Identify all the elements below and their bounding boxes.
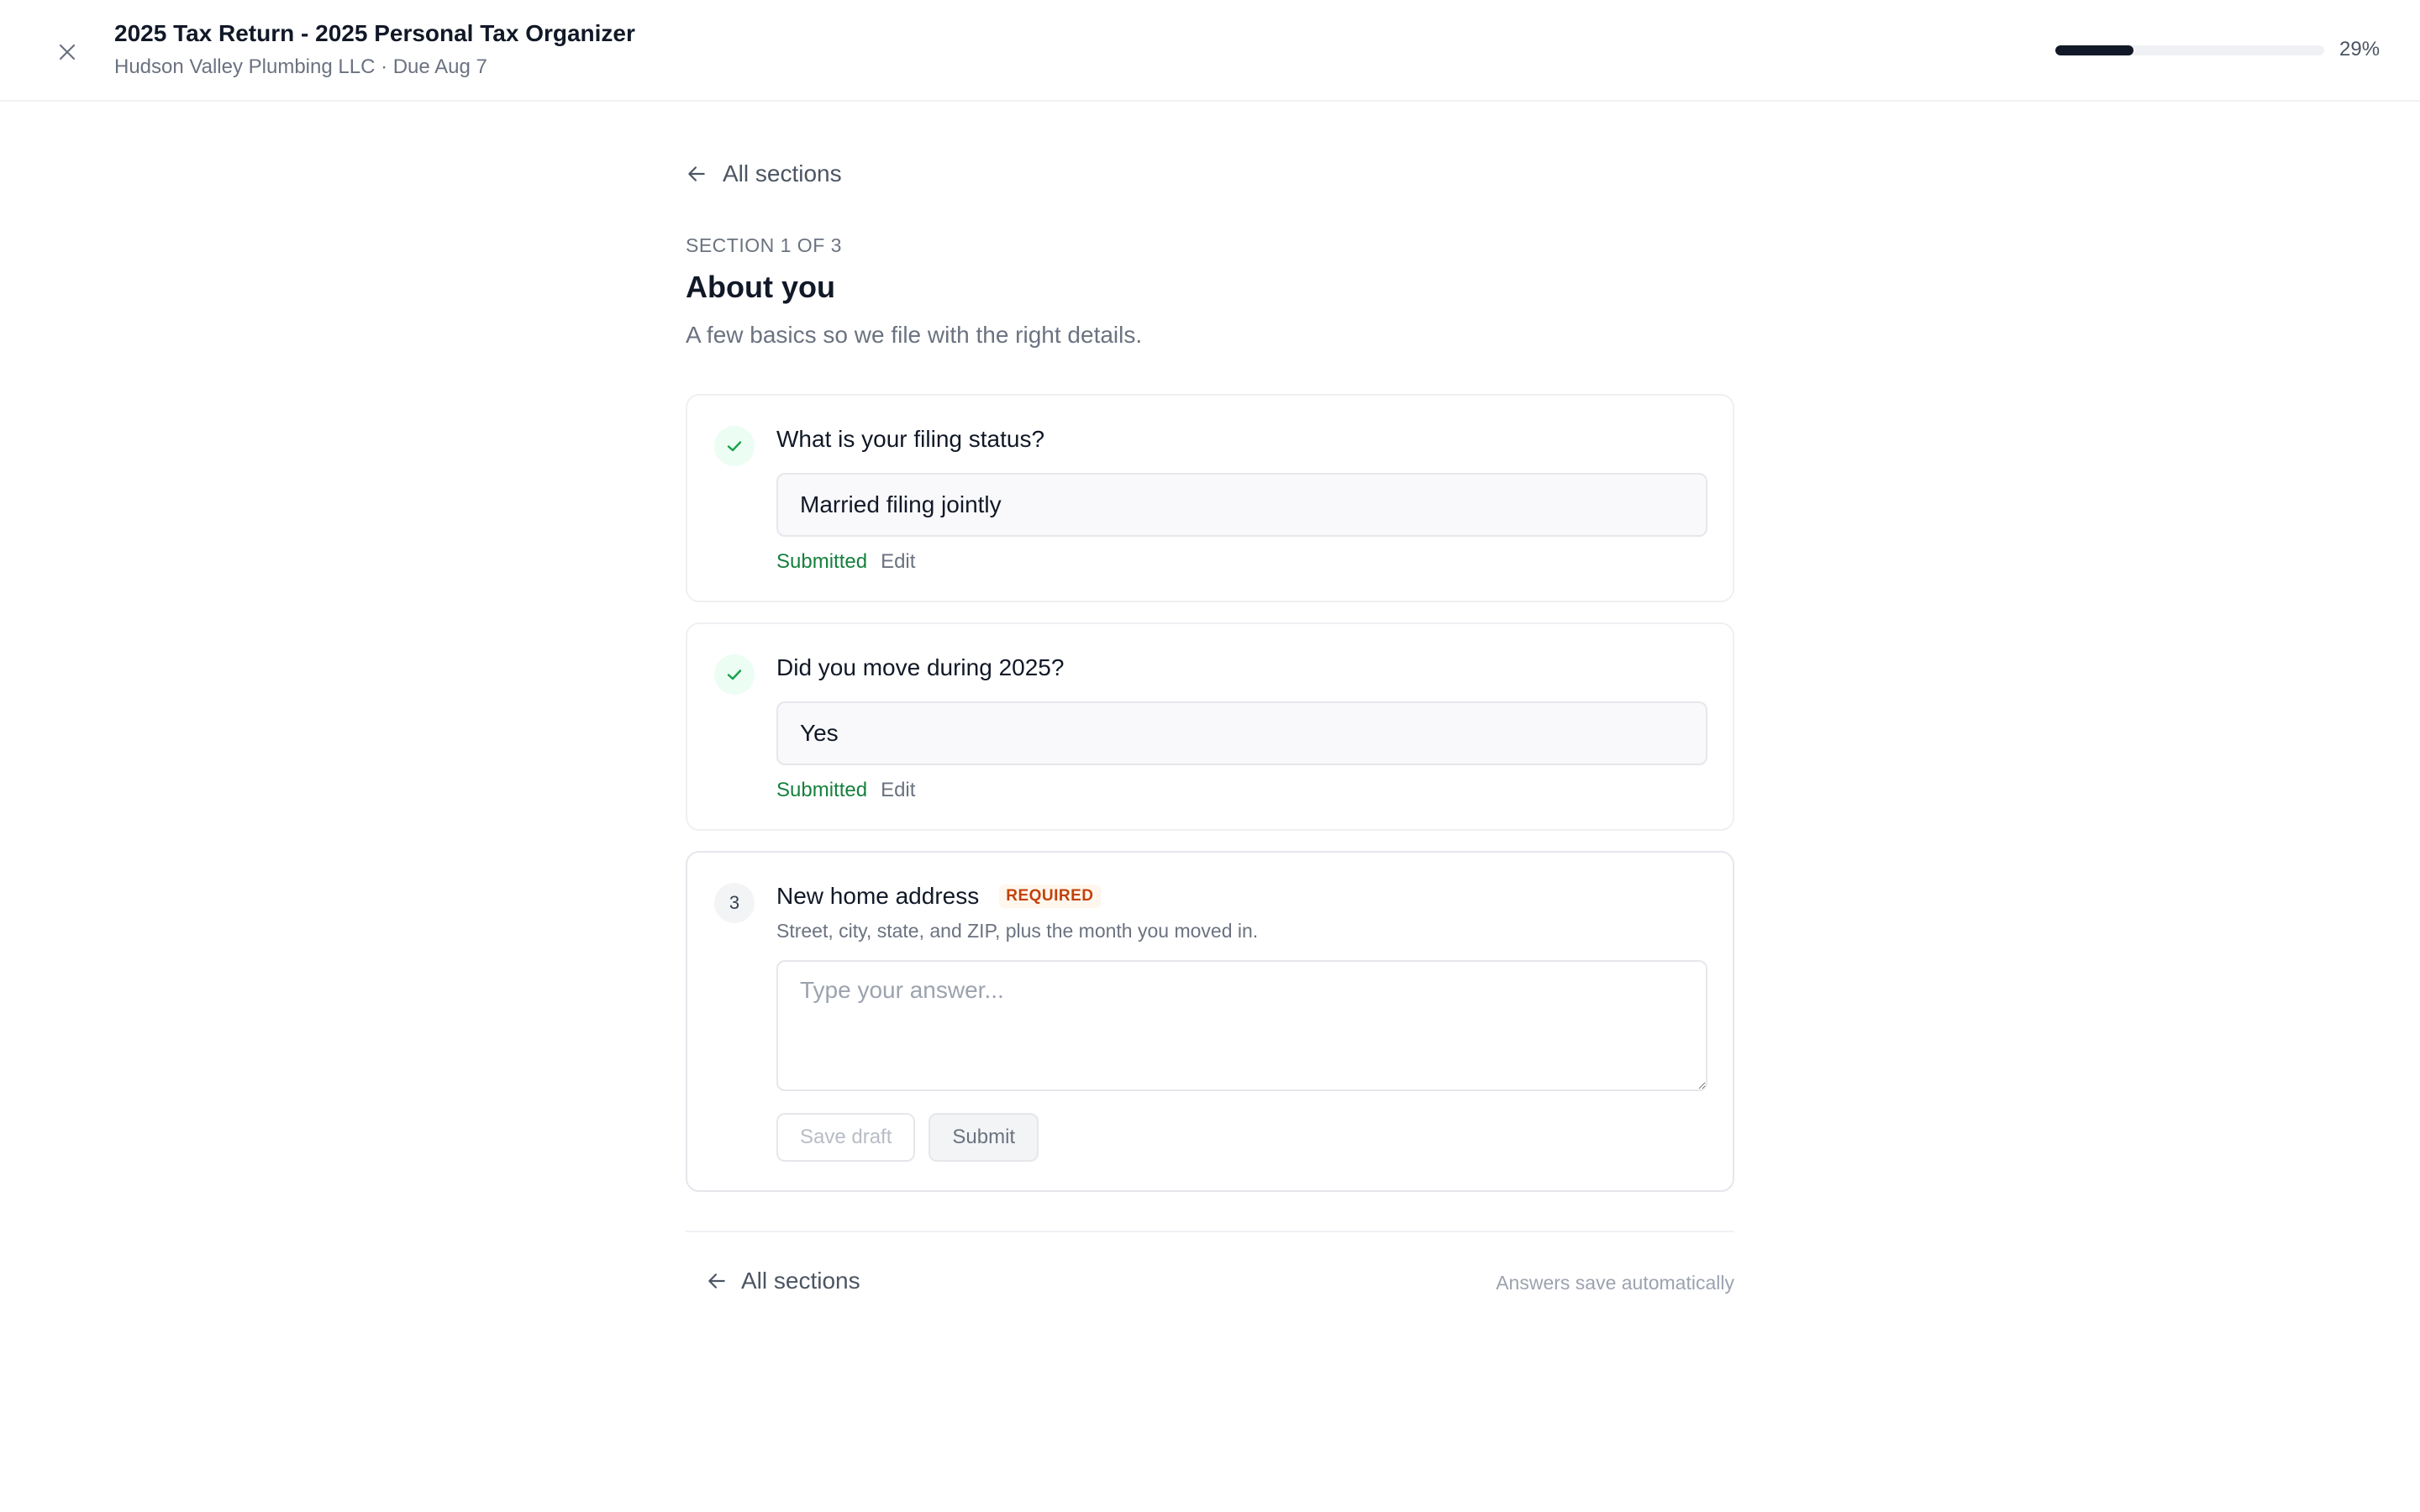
question-complete-indicator [714,654,755,695]
progress-bar [2055,45,2324,55]
question-text: Did you move during 2025? [776,654,1065,680]
check-icon [727,441,742,452]
question-text: What is your filing status? [776,426,1045,452]
submitted-answer: Yes [776,701,1707,765]
all-sections-link[interactable]: All sections [686,160,842,187]
close-button[interactable] [52,37,82,67]
progress-fill [2055,45,2133,55]
top-bar: 2025 Tax Return - 2025 Personal Tax Orga… [0,0,2420,102]
question-number: 3 [714,883,755,923]
arrow-left-icon [708,1273,725,1289]
submitted-status: Submitted [776,779,868,801]
answer-actions: Submitted Edit [776,779,915,802]
question-card-filing-status: What is your filing status? Married fili… [686,394,1734,602]
all-sections-label: All sections [741,1268,860,1294]
submit-button[interactable]: Submit [929,1113,1039,1162]
question-text: New home address REQUIRED [776,883,1101,910]
question-label: New home address [776,883,980,909]
autosave-note: Answers save automatically [1496,1272,1734,1294]
organizer-title: 2025 Tax Return - 2025 Personal Tax Orga… [114,20,635,46]
submitted-status: Submitted [776,550,868,573]
save-draft-button[interactable]: Save draft [776,1113,916,1162]
question-card-moved: Did you move during 2025? Yes Submitted … [686,622,1734,831]
close-icon [59,44,76,60]
edit-answer-link[interactable]: Edit [881,550,915,574]
answer-actions: Submitted Edit [776,550,915,574]
progress-percent: 29% [2339,38,2381,60]
section-counter: SECTION 1 OF 3 [686,234,842,256]
footer-divider [686,1231,1734,1232]
answer-textarea[interactable] [776,960,1707,1091]
section-title: About you [686,270,835,304]
edit-answer-link[interactable]: Edit [881,779,915,802]
all-sections-label: All sections [723,160,842,186]
check-icon [727,669,742,680]
organizer-subtitle: Hudson Valley Plumbing LLC · Due Aug 7 [114,55,487,78]
footer-all-sections-link[interactable]: All sections [706,1268,860,1294]
question-help-text: Street, city, state, and ZIP, plus the m… [776,920,1259,942]
arrow-left-icon [688,166,705,181]
submitted-answer: Married filing jointly [776,473,1707,537]
question-complete-indicator [714,426,755,466]
answer-button-row: Save draft Submit [776,1113,1039,1162]
question-card-new-address: 3 New home address REQUIRED Street, city,… [686,851,1734,1192]
section-description: A few basics so we file with the right d… [686,322,1143,348]
required-badge: REQUIRED [999,885,1101,908]
